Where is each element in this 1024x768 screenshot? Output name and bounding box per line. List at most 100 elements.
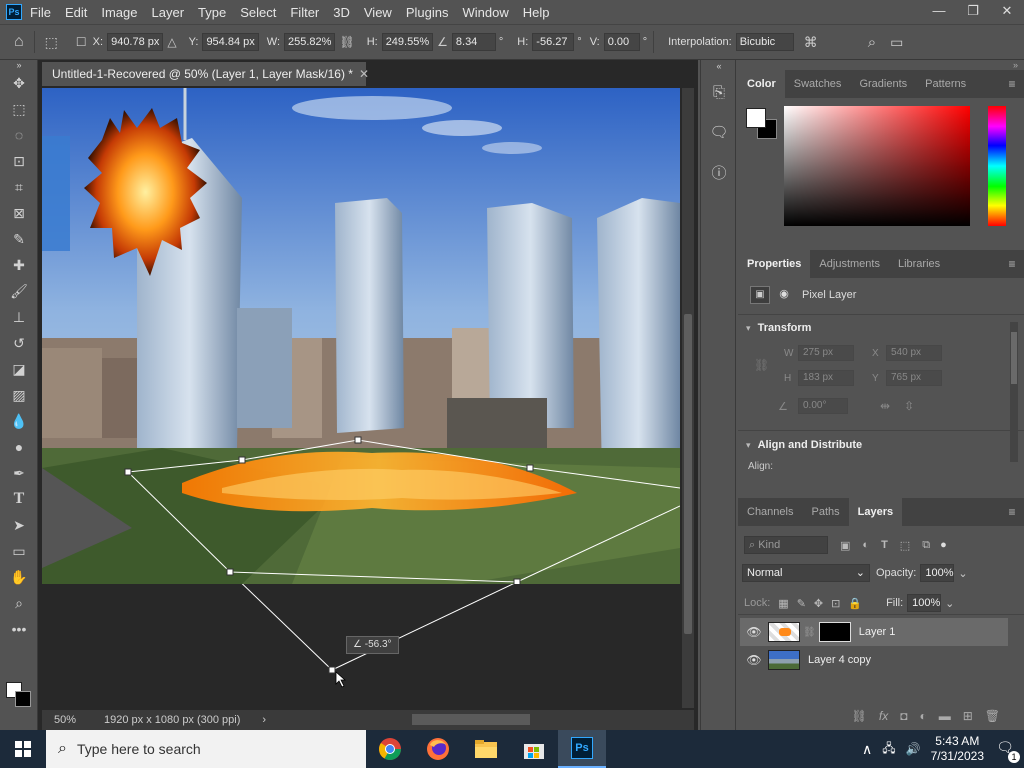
collapse-right-icon[interactable]: » xyxy=(738,60,1024,70)
flip-vertical-icon[interactable]: ⇳ xyxy=(904,399,914,413)
restore-button[interactable]: ❐ xyxy=(956,0,990,24)
color-picker-field[interactable] xyxy=(784,106,970,226)
link-layers-icon[interactable]: ⛓ xyxy=(852,709,867,723)
photoshop-taskbar-icon[interactable]: Ps xyxy=(558,730,606,768)
chrome-app-icon[interactable] xyxy=(366,730,414,768)
transform-angle-field[interactable]: 0.00° xyxy=(798,398,848,414)
filter-pixel-icon[interactable]: ▣ xyxy=(840,539,850,552)
document-tab[interactable]: Untitled-1-Recovered @ 50% (Layer 1, Lay… xyxy=(42,62,369,86)
vertical-scrollbar[interactable] xyxy=(682,88,694,708)
crop-tool-icon[interactable]: ⌗ xyxy=(0,174,38,200)
status-arrow-icon[interactable]: › xyxy=(262,714,266,726)
store-app-icon[interactable] xyxy=(510,730,558,768)
more-tools-icon[interactable]: ••• xyxy=(0,616,38,642)
file-explorer-icon[interactable] xyxy=(462,730,510,768)
collapse-icon[interactable]: » xyxy=(0,60,38,70)
menu-plugins[interactable]: Plugins xyxy=(406,5,449,20)
mask-link-icon[interactable]: ⛓ xyxy=(803,627,816,638)
history-panel-icon[interactable]: ⎘ xyxy=(701,72,737,112)
history-brush-tool-icon[interactable]: ↺ xyxy=(0,330,38,356)
zoom-tool-icon[interactable]: ⌕ xyxy=(0,590,38,616)
layer-mask-thumbnail[interactable] xyxy=(818,622,851,642)
hskew-field[interactable]: -56.27 xyxy=(532,33,575,51)
tab-properties[interactable]: Properties xyxy=(738,250,811,278)
new-group-icon[interactable]: ▬ xyxy=(939,709,951,723)
start-button[interactable] xyxy=(0,730,46,768)
fill-field[interactable]: 100% xyxy=(907,594,942,612)
y-field[interactable]: 954.84 px xyxy=(202,33,259,51)
menu-layer[interactable]: Layer xyxy=(152,5,185,20)
lock-image-icon[interactable]: ✎ xyxy=(797,597,806,610)
close-tab-icon[interactable]: ✕ xyxy=(359,67,369,81)
vertical-scroll-thumb[interactable] xyxy=(684,314,692,634)
zoom-level[interactable]: 50% xyxy=(54,714,76,726)
color-panel-menu-icon[interactable]: ≡ xyxy=(1000,70,1024,98)
constrain-link-icon[interactable]: ⛓ xyxy=(754,358,769,372)
close-window-button[interactable]: ✕ xyxy=(990,0,1024,24)
transform-x-field[interactable]: 540 px xyxy=(886,345,942,361)
lock-all-icon[interactable]: 🔒 xyxy=(848,597,862,610)
lock-position-icon[interactable]: ✥ xyxy=(814,597,823,610)
layer-filter-kind[interactable]: ⌕ Kind xyxy=(744,536,828,554)
delete-layer-icon[interactable]: 🗑 xyxy=(985,709,1000,723)
object-select-tool-icon[interactable]: ⊡ xyxy=(0,148,38,174)
tray-chevron-icon[interactable]: ∧ xyxy=(862,741,872,758)
color-panel-foreground-swatch[interactable] xyxy=(746,108,766,128)
flip-horizontal-icon[interactable]: ⇹ xyxy=(880,399,890,413)
layers-panel-menu-icon[interactable]: ≡ xyxy=(1000,498,1024,526)
tab-patterns[interactable]: Patterns xyxy=(916,70,975,98)
transform-h-field[interactable]: 183 px xyxy=(798,370,854,386)
search-icon[interactable]: ⌕ xyxy=(868,34,876,51)
tab-swatches[interactable]: Swatches xyxy=(785,70,851,98)
eraser-tool-icon[interactable]: ◪ xyxy=(0,356,38,382)
menu-edit[interactable]: Edit xyxy=(65,5,87,20)
align-chevron-icon[interactable]: ▾ xyxy=(746,440,751,450)
shape-tool-icon[interactable]: ▭ xyxy=(0,538,38,564)
filter-adjustment-icon[interactable]: ◐ xyxy=(862,539,869,551)
image-canvas[interactable] xyxy=(42,88,680,584)
hand-tool-icon[interactable]: ✋ xyxy=(0,564,38,590)
tab-adjustments[interactable]: Adjustments xyxy=(810,250,889,278)
new-adjustment-icon[interactable]: ◐ xyxy=(919,709,926,723)
network-icon[interactable]: 🖧 xyxy=(882,739,895,760)
visibility-eye-icon[interactable]: 👁 xyxy=(740,625,768,639)
menu-3d[interactable]: 3D xyxy=(333,5,350,20)
taskbar-clock[interactable]: 5:43 AM 7/31/2023 xyxy=(931,734,984,764)
info-panel-icon[interactable]: ⓘ xyxy=(701,152,737,192)
rotate-angle-field[interactable]: 8.34 xyxy=(451,33,496,51)
collapse-panels-icon[interactable]: « xyxy=(701,60,737,72)
gradient-tool-icon[interactable]: ▨ xyxy=(0,382,38,408)
fill-chevron-icon[interactable]: ⌄ xyxy=(945,597,954,610)
healing-brush-tool-icon[interactable]: ✚ xyxy=(0,252,38,278)
stamp-tool-icon[interactable]: ⊥ xyxy=(0,304,38,330)
frame-tool-icon[interactable]: ⊠ xyxy=(0,200,38,226)
dodge-tool-icon[interactable]: ● xyxy=(0,434,38,460)
w-field[interactable]: 255.82% xyxy=(284,33,336,51)
menu-file[interactable]: File xyxy=(30,5,51,20)
hue-slider[interactable] xyxy=(988,106,1006,226)
home-icon[interactable]: ⌂ xyxy=(14,33,24,51)
interpolation-select[interactable]: Bicubic xyxy=(735,33,794,51)
tab-layers[interactable]: Layers xyxy=(848,498,903,526)
h-field[interactable]: 249.55% xyxy=(381,33,434,51)
vskew-field[interactable]: 0.00 xyxy=(603,33,640,51)
layer-row-layer-4-copy[interactable]: 👁 Layer 4 copy xyxy=(740,646,1008,674)
menu-window[interactable]: Window xyxy=(462,5,508,20)
reference-point-icon[interactable]: ⬚ xyxy=(45,34,58,51)
firefox-app-icon[interactable] xyxy=(414,730,462,768)
workspace-icon[interactable]: ▭ xyxy=(890,34,903,51)
warp-icon[interactable]: ⌘ xyxy=(804,34,818,51)
mask-icon[interactable]: ◉ xyxy=(774,286,794,304)
lock-artboard-icon[interactable]: ⊡ xyxy=(831,597,840,610)
opacity-field[interactable]: 100% xyxy=(920,564,955,582)
tab-paths[interactable]: Paths xyxy=(802,498,848,526)
menu-select[interactable]: Select xyxy=(240,5,276,20)
blur-tool-icon[interactable]: 💧 xyxy=(0,408,38,434)
filter-shape-icon[interactable]: ⬚ xyxy=(900,539,910,552)
type-tool-icon[interactable]: T xyxy=(0,486,38,512)
menu-image[interactable]: Image xyxy=(101,5,137,20)
background-color-swatch[interactable] xyxy=(15,691,31,707)
tab-libraries[interactable]: Libraries xyxy=(889,250,949,278)
move-tool-icon[interactable]: ✥ xyxy=(0,70,38,96)
transform-chevron-icon[interactable]: ▾ xyxy=(746,323,751,333)
